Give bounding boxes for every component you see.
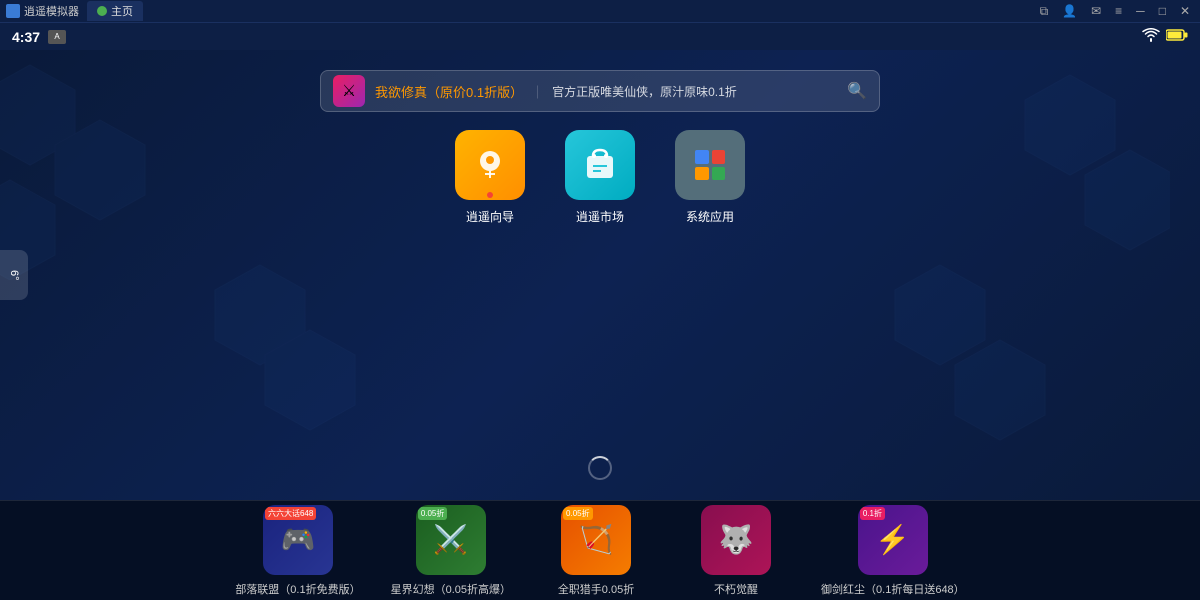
guide-app-icon — [455, 130, 525, 200]
wifi-icon — [1142, 28, 1160, 45]
titlebar-controls: ⧉ 👤 ✉ ≡ ─ □ ✕ — [1036, 3, 1194, 20]
searchbar[interactable]: ⚔ 我欲修真（原价0.1折版） ｜ 官方正版唯美仙侠，原汁原味0.1折 🔍 — [320, 70, 880, 112]
restore-btn[interactable]: ⧉ — [1036, 3, 1053, 20]
mail-btn[interactable]: ✉ — [1087, 3, 1105, 19]
app-logo: 逍遥模拟器 — [6, 3, 79, 19]
guide-dot — [487, 192, 493, 198]
tab-label: 主页 — [111, 3, 133, 19]
game-badge-game5: 0.1折 — [860, 507, 885, 520]
game-label-game3: 全职猎手0.05折 — [558, 581, 634, 597]
statusbar: 4:37 A — [0, 22, 1200, 50]
game-label-game2: 星界幻想（0.05折高爆） — [391, 581, 511, 597]
keyboard-icon: A — [48, 30, 66, 44]
system-app-icon — [675, 130, 745, 200]
side-button-label: 6° — [8, 270, 20, 281]
app-logo-icon — [6, 4, 20, 18]
game-label-game1: 部落联盟（0.1折免费版） — [235, 581, 360, 597]
close-btn[interactable]: ✕ — [1176, 3, 1194, 19]
hex-bg-2 — [990, 70, 1170, 270]
titlebar: 逍遥模拟器 主页 ⧉ 👤 ✉ ≡ ─ □ ✕ — [0, 0, 1200, 22]
market-label: 逍遥市场 — [576, 208, 624, 225]
game-label-game5: 御剑红尘（0.1折每日送648） — [821, 581, 965, 597]
hex-bg-1 — [0, 60, 180, 280]
system-label: 系统应用 — [686, 208, 734, 225]
tab-dot — [97, 6, 107, 16]
searchbar-divider: ｜ — [531, 82, 544, 101]
game-item-game4[interactable]: 🐺 不朽觉醒 — [681, 505, 791, 597]
game-icon-bg-game4: 🐺 — [701, 505, 771, 575]
spinner-area — [588, 456, 612, 480]
search-icon[interactable]: 🔍 — [847, 81, 867, 101]
game-icon-inner: ⚔ — [342, 81, 356, 101]
apps-grid: 逍遥向导 逍遥市场 — [455, 130, 745, 225]
app-item-market[interactable]: 逍遥市场 — [565, 130, 635, 225]
bottombar: 🎮六六大话648 部落联盟（0.1折免费版） ⚔️0.05折星界幻想（0.05折高爆… — [0, 500, 1200, 600]
guide-label: 逍遥向导 — [466, 208, 514, 225]
market-icon-wrapper — [565, 130, 635, 200]
app-name: 逍遥模拟器 — [24, 3, 79, 19]
game-item-game2[interactable]: ⚔️0.05折星界幻想（0.05折高爆） — [391, 505, 511, 597]
keyboard-label: A — [54, 32, 59, 41]
searchbar-game-title: 我欲修真（原价0.1折版） — [375, 82, 523, 101]
game-item-game1[interactable]: 🎮六六大话648 部落联盟（0.1折免费版） — [235, 505, 360, 597]
searchbar-description: 官方正版唯美仙侠，原汁原味0.1折 — [552, 83, 737, 100]
game-icon-game3: 🏹0.05折 — [561, 505, 631, 575]
statusbar-right — [1142, 28, 1188, 46]
main-area: ⚔ 我欲修真（原价0.1折版） ｜ 官方正版唯美仙侠，原汁原味0.1折 🔍 — [0, 50, 1200, 500]
hex-bg-4 — [850, 260, 1050, 460]
minimize-btn[interactable]: ─ — [1132, 3, 1149, 19]
game-icon-game1: 🎮六六大话648 — [263, 505, 333, 575]
app-item-guide[interactable]: 逍遥向导 — [455, 130, 525, 225]
statusbar-left: 4:37 A — [12, 29, 66, 45]
searchbar-content: 我欲修真（原价0.1折版） ｜ 官方正版唯美仙侠，原汁原味0.1折 — [375, 82, 837, 101]
time-display: 4:37 — [12, 29, 40, 45]
menu-btn[interactable]: ≡ — [1111, 3, 1126, 19]
app-item-system[interactable]: 系统应用 — [675, 130, 745, 225]
game-icon-game2: ⚔️0.05折 — [416, 505, 486, 575]
loading-spinner — [588, 456, 612, 480]
sys-icon-g — [695, 150, 709, 164]
system-icon-grid — [687, 142, 733, 188]
sys-icon-b — [712, 167, 726, 181]
side-button[interactable]: 6° — [0, 250, 28, 300]
game-label-game4: 不朽觉醒 — [714, 581, 758, 597]
system-icon-wrapper — [675, 130, 745, 200]
sys-icon-r — [712, 150, 726, 164]
market-app-icon — [565, 130, 635, 200]
game-badge-game3: 0.05折 — [563, 507, 593, 520]
game-icon-game4: 🐺 — [701, 505, 771, 575]
searchbar-game-icon: ⚔ — [333, 75, 365, 107]
game-item-game5[interactable]: ⚡0.1折御剑红尘（0.1折每日送648） — [821, 505, 965, 597]
guide-icon-wrapper — [455, 130, 525, 200]
game-item-game3[interactable]: 🏹0.05折全职猎手0.05折 — [541, 505, 651, 597]
game-icon-game5: ⚡0.1折 — [858, 505, 928, 575]
sys-icon-o — [695, 167, 709, 181]
hex-bg-3 — [200, 260, 360, 440]
maximize-btn[interactable]: □ — [1155, 3, 1170, 19]
game-badge-game1: 六六大话648 — [265, 507, 316, 520]
search-container: ⚔ 我欲修真（原价0.1折版） ｜ 官方正版唯美仙侠，原汁原味0.1折 🔍 — [320, 70, 880, 112]
game-badge-game2: 0.05折 — [418, 507, 448, 520]
titlebar-left: 逍遥模拟器 主页 — [6, 1, 143, 21]
account-btn[interactable]: 👤 — [1058, 3, 1081, 19]
home-tab[interactable]: 主页 — [87, 1, 143, 21]
battery-icon — [1166, 28, 1188, 46]
